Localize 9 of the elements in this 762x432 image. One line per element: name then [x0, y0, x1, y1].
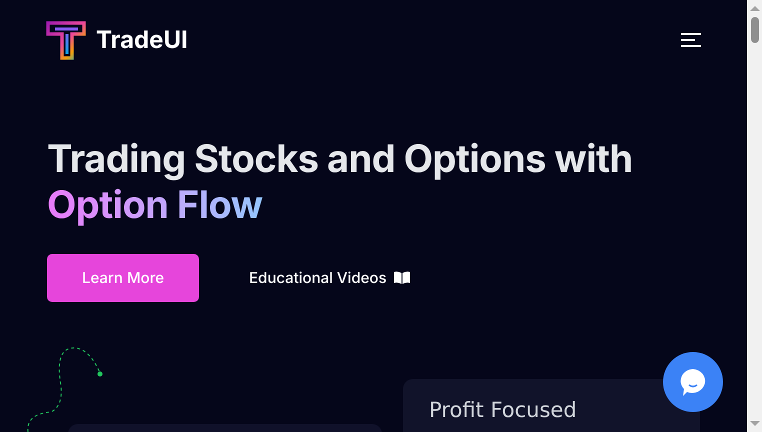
brand-name[interactable]: TradeUI [96, 22, 188, 58]
logo-icon [46, 20, 88, 60]
scrollbar[interactable] [747, 0, 762, 432]
book-icon [392, 271, 411, 285]
hero-title: Trading Stocks and Options with [47, 136, 634, 182]
educational-videos-link[interactable]: Educational Videos [249, 266, 411, 290]
card-title: Profit Focused [429, 398, 577, 422]
menu-icon[interactable] [681, 33, 701, 47]
chat-icon [678, 367, 708, 397]
